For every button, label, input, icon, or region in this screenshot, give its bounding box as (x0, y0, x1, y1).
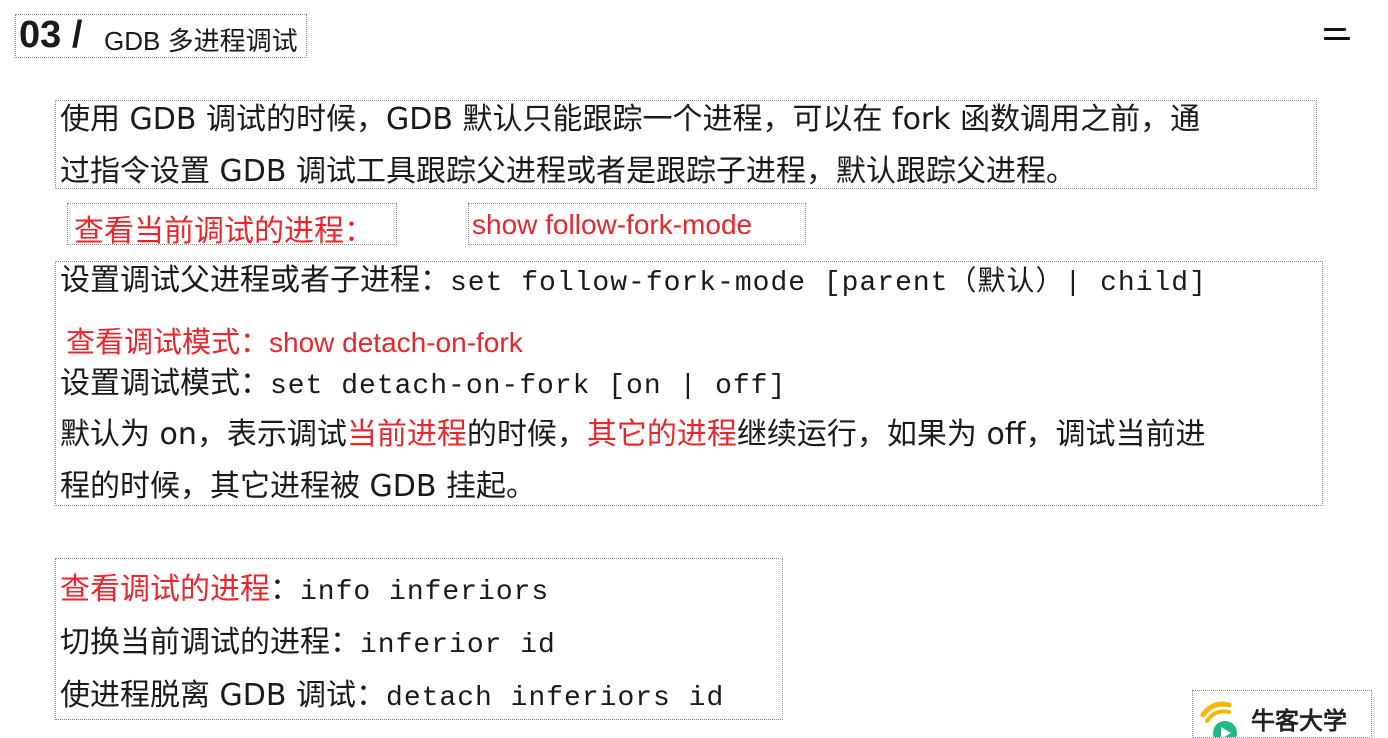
intro-paragraph: 使用 GDB 调试的时候，GDB 默认只能跟踪一个进程，可以在 fork 函数调… (55, 100, 1317, 189)
label-separator: ： (270, 572, 300, 607)
slide-title: 03 / GDB 多进程调试 (15, 14, 307, 58)
show-command-box: show follow-fork-mode (468, 203, 806, 245)
logo-text: 牛客大学 (1251, 707, 1347, 735)
desc-part: 的时候， (466, 417, 587, 452)
view-process-label-box: 查看当前调试的进程： (67, 203, 397, 249)
set-mode-command: set follow-fork-mode [parent（默认）| child] (450, 268, 1207, 299)
set-detach-label: 设置调试模式： (60, 366, 270, 401)
set-mode-label: 设置调试父进程或者子进程： (60, 263, 450, 298)
switch-inferior-line: 切换当前调试的进程：inferior id (60, 624, 556, 665)
intro-line-2: 过指令设置 GDB 调试工具跟踪父进程或者是跟踪子进程，默认跟踪父进程。 (60, 154, 1076, 189)
set-detach-line: 设置调试模式：set detach-on-fork [on | off] (60, 365, 786, 406)
switch-inferior-label: 切换当前调试的进程： (60, 625, 360, 660)
view-mode-label: 查看调试模式： (66, 325, 270, 359)
detach-inferior-label: 使进程脱离 GDB 调试： (60, 678, 387, 713)
detach-inferior-line: 使进程脱离 GDB 调试：detach inferiors id (60, 677, 724, 718)
mode-settings-block: 设置调试父进程或者子进程：set follow-fork-mode [paren… (55, 261, 1323, 506)
nowcoder-logo-icon (1200, 701, 1237, 737)
info-inferiors-line: 查看调试的进程：info inferiors (60, 571, 549, 612)
desc-highlight-other-process: 其它的进程 (586, 417, 737, 452)
view-mode-line: 查看调试模式：show detach-on-fork (66, 323, 523, 362)
show-follow-fork-mode-command: show follow-fork-mode (472, 209, 753, 240)
desc-part: 默认为 on，表示调试 (60, 417, 347, 452)
detach-desc-line-2: 程的时候，其它进程被 GDB 挂起。 (60, 469, 537, 504)
set-detach-command: set detach-on-fork [on | off] (270, 371, 787, 402)
info-inferiors-label: 查看调试的进程 (60, 572, 270, 607)
menu-line (1324, 28, 1346, 31)
desc-part: 继续运行，如果为 off，调试当前进 (736, 417, 1206, 452)
switch-inferior-command: inferior id (360, 630, 556, 661)
set-mode-line: 设置调试父进程或者子进程：set follow-fork-mode [paren… (60, 262, 1207, 303)
detach-desc-line-1: 默认为 on，表示调试当前进程的时候，其它的进程继续运行，如果为 off，调试当… (60, 416, 1205, 454)
nowcoder-logo: 牛客大学 (1192, 690, 1372, 738)
info-inferiors-command: info inferiors (300, 577, 550, 608)
hamburger-menu-icon[interactable] (1324, 24, 1350, 44)
intro-line-1: 使用 GDB 调试的时候，GDB 默认只能跟踪一个进程，可以在 fork 函数调… (60, 102, 1201, 137)
page-title: GDB 多进程调试 (104, 26, 298, 56)
menu-line (1324, 37, 1350, 40)
inferiors-commands-block: 查看调试的进程：info inferiors 切换当前调试的进程：inferio… (55, 558, 783, 720)
detach-inferior-command: detach inferiors id (386, 683, 725, 714)
section-number: 03 / (19, 14, 83, 56)
view-process-label: 查看当前调试的进程： (74, 214, 374, 249)
view-mode-command: show detach-on-fork (269, 327, 523, 358)
desc-highlight-current-process: 当前进程 (346, 417, 467, 452)
